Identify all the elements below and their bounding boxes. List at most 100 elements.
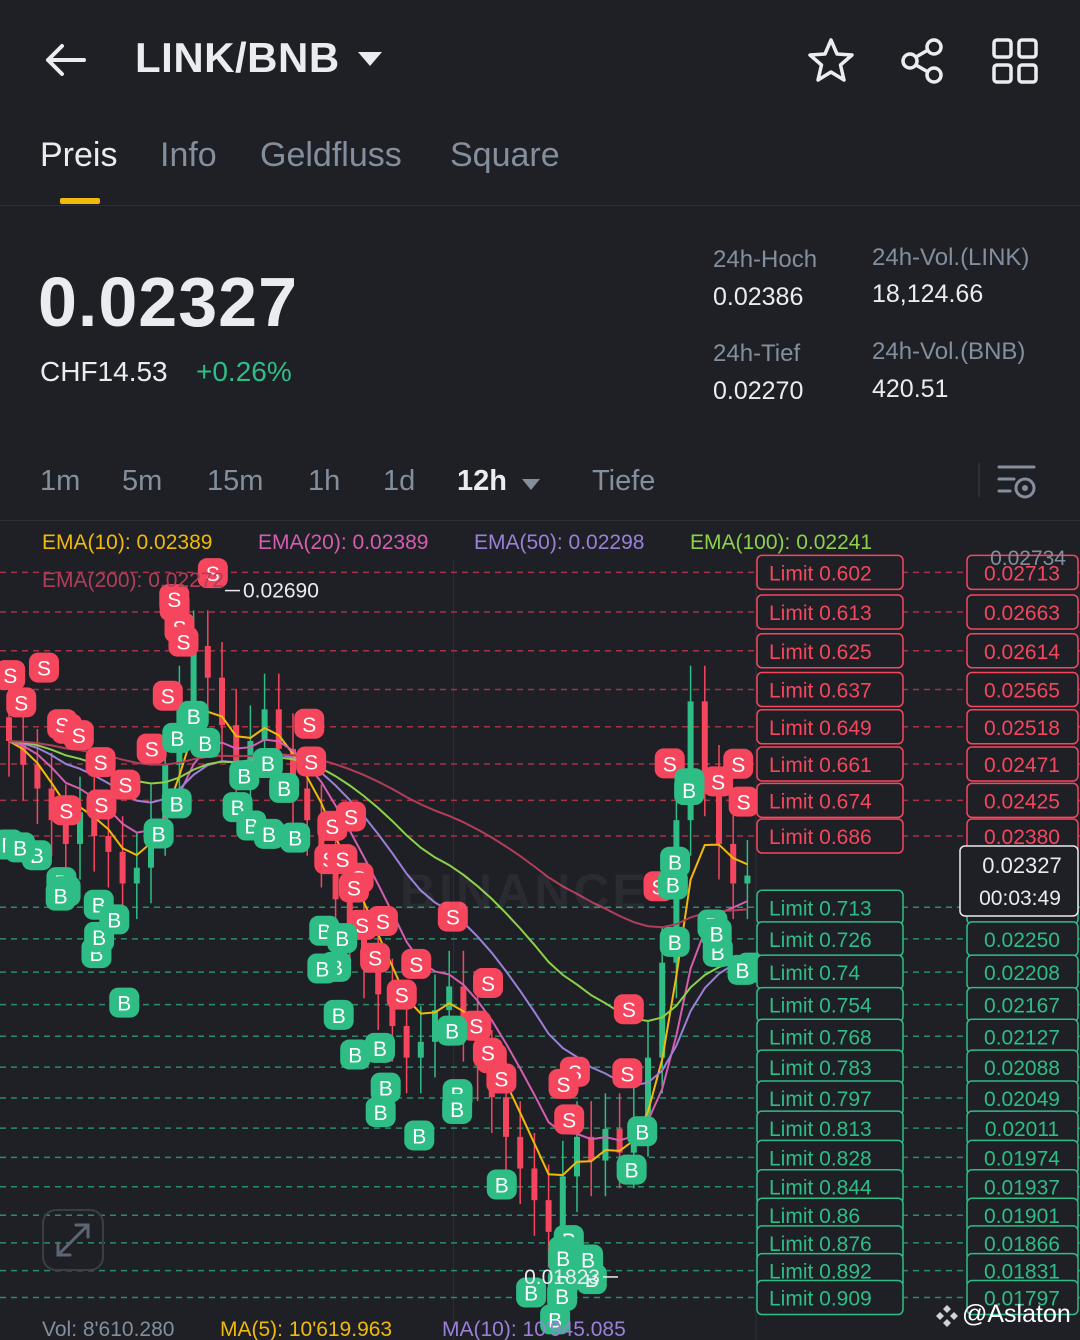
- order-label-text: Limit 0.661: [769, 754, 872, 777]
- marker-letter: B: [13, 837, 27, 860]
- buy-trade-marker: B: [701, 918, 732, 949]
- vol-bnb-value: 420.51: [872, 375, 949, 403]
- marker-letter: S: [37, 658, 51, 681]
- volume-ma5-label: MA(5): 10'619.963: [220, 1318, 393, 1340]
- sell-trade-marker: S: [327, 844, 358, 875]
- candle-down: [517, 1136, 524, 1169]
- share-icon[interactable]: [898, 36, 948, 86]
- low-label: 24h-Tief: [713, 340, 801, 367]
- order-label-text: Limit 0.726: [769, 929, 872, 952]
- candle-up: [744, 875, 751, 884]
- interval-1m[interactable]: 1m: [40, 465, 80, 498]
- buy-trade-marker: B: [364, 1032, 395, 1063]
- buy-trade-marker: B: [5, 832, 36, 863]
- marker-letter: S: [347, 877, 361, 900]
- order-label-text: Limit 0.754: [769, 995, 872, 1018]
- order-label-text: Limit 0.844: [769, 1177, 872, 1200]
- candle-up: [133, 867, 140, 884]
- countdown-text: 00:03:49: [979, 887, 1061, 910]
- interval-1d[interactable]: 1d: [383, 465, 415, 498]
- star-icon[interactable]: [806, 36, 856, 86]
- tab-preis[interactable]: Preis: [40, 136, 117, 175]
- marker-letter: S: [557, 1074, 571, 1097]
- sell-trade-marker: S: [51, 795, 82, 826]
- order-label-text: Limit 0.813: [769, 1118, 872, 1141]
- back-arrow-icon[interactable]: [40, 36, 92, 84]
- order-price-text: 0.01901: [984, 1205, 1060, 1228]
- ema50-label: EMA(50): 0.02298: [474, 531, 645, 554]
- sell-trade-marker: S: [613, 994, 644, 1025]
- marker-letter: B: [315, 958, 329, 981]
- marker-letter: S: [562, 1109, 576, 1132]
- ema200-label: EMA(200): 0.02272: [42, 569, 225, 592]
- marker-letter: S: [161, 686, 175, 709]
- order-label-text: Limit 0.686: [769, 826, 872, 849]
- marker-letter: S: [622, 999, 636, 1022]
- candle-up: [602, 1128, 609, 1161]
- order-price-text: 0.02049: [984, 1088, 1060, 1111]
- tab-info[interactable]: Info: [160, 136, 217, 175]
- buy-trade-marker: B: [627, 1116, 658, 1147]
- sell-trade-marker: S: [548, 1068, 579, 1099]
- candle-down: [545, 1200, 552, 1232]
- interval-15m[interactable]: 15m: [207, 465, 263, 498]
- order-label-text: Limit 0.713: [769, 897, 872, 920]
- buy-trade-marker: B: [99, 904, 130, 935]
- tab-geldfluss[interactable]: Geldfluss: [260, 136, 402, 175]
- marker-letter: B: [495, 1175, 509, 1198]
- sell-trade-marker: S: [86, 789, 117, 820]
- sell-trade-marker: S: [472, 1037, 503, 1068]
- interval-5m[interactable]: 5m: [122, 465, 162, 498]
- price-change: +0.26%: [196, 356, 292, 387]
- tab-square[interactable]: Square: [450, 136, 560, 175]
- interval-1h[interactable]: 1h: [308, 465, 340, 498]
- interval-tiefe[interactable]: Tiefe: [592, 465, 655, 498]
- order-label-text: Limit 0.783: [769, 1057, 872, 1080]
- tab-bar: Preis Info Geldfluss Square: [0, 130, 1080, 206]
- sell-trade-marker: S: [728, 786, 759, 817]
- fullscreen-button[interactable]: [42, 1209, 104, 1271]
- interval-bar: 1m 5m 15m 1h 1d 12h Tiefe: [0, 455, 1080, 515]
- order-label-text: Limit 0.625: [769, 641, 872, 664]
- order-price-text: 0.02011: [985, 1118, 1059, 1141]
- buy-trade-marker: B: [161, 788, 192, 819]
- vol-link-label: 24h-Vol.(LINK): [872, 244, 1030, 271]
- order-price-text: 0.02425: [984, 790, 1060, 813]
- current-price-text: 0.02327: [982, 853, 1062, 878]
- sell-trade-marker: S: [338, 872, 369, 903]
- candle-down: [119, 851, 126, 884]
- marker-letter: B: [666, 875, 680, 898]
- price-chart[interactable]: SSSSSSSSSSSSSSSSSSSSSSSSSSSSSSSSSSSSSSSS…: [0, 520, 1080, 1340]
- sell-trade-marker: S: [723, 748, 754, 779]
- marker-letter: S: [3, 665, 17, 688]
- period-low-label: 0.01823: [524, 1266, 600, 1289]
- interval-12h[interactable]: 12h: [457, 465, 507, 498]
- buy-trade-marker: B: [280, 822, 311, 853]
- sell-trade-marker: S: [473, 967, 504, 998]
- marker-letter: B: [373, 1038, 387, 1061]
- marker-letter: B: [736, 960, 750, 983]
- candlestick-chart[interactable]: SSSSSSSSSSSSSSSSSSSSSSSSSSSSSSSSSSSSSSSS…: [0, 521, 1080, 1340]
- sell-trade-marker: S: [152, 680, 183, 711]
- marker-letter: B: [412, 1125, 426, 1148]
- pair-title[interactable]: LINK/BNB: [135, 34, 340, 82]
- marker-letter: B: [262, 824, 276, 847]
- marker-letter: B: [170, 728, 184, 751]
- sell-trade-marker: S: [63, 720, 94, 751]
- marker-letter: S: [344, 806, 358, 829]
- low-value: 0.02270: [713, 377, 804, 405]
- marker-letter: B: [445, 1021, 459, 1044]
- chart-settings-icon[interactable]: [996, 461, 1038, 501]
- marker-letter: B: [152, 823, 166, 846]
- order-label-text: Limit 0.613: [769, 602, 872, 625]
- marker-letter: B: [335, 928, 349, 951]
- candle-up: [417, 1041, 424, 1058]
- grid-icon[interactable]: [990, 36, 1040, 86]
- last-price: 0.02327: [38, 263, 299, 341]
- order-price-text: 0.02565: [984, 680, 1060, 703]
- marker-letter: S: [481, 973, 495, 996]
- interval-chevron-down-icon[interactable]: [522, 479, 540, 490]
- chevron-down-icon[interactable]: [358, 52, 382, 66]
- marker-letter: S: [368, 948, 382, 971]
- marker-letter: B: [635, 1121, 649, 1144]
